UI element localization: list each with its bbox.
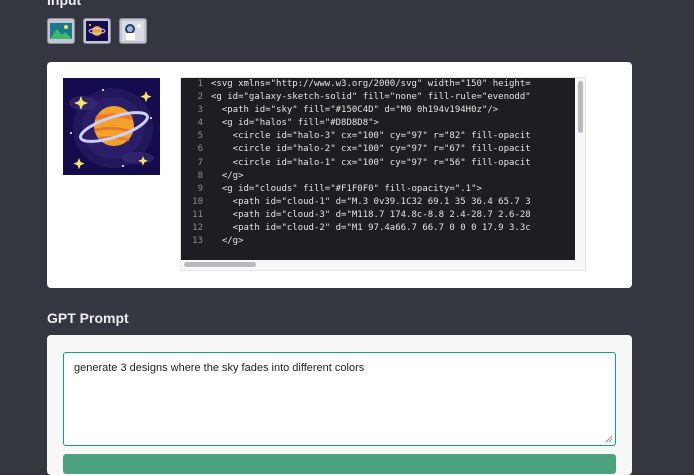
landscape-image-icon (50, 23, 72, 39)
code-text: </g> (211, 170, 244, 181)
vertical-scrollbar[interactable] (578, 81, 583, 133)
line-number: 2 (197, 92, 203, 103)
code-text: <circle id="halo-3" cx="100" cy="97" r="… (211, 131, 531, 142)
line-number: 8 (197, 170, 203, 181)
svg-code-viewer[interactable]: 1 <svg xmlns="http://www.w3.org/2000/svg"… (180, 77, 586, 271)
code-text: <circle id="halo-2" cx="100" cy="97" r="… (211, 144, 531, 155)
line-number: 13 (192, 236, 203, 247)
thumbnail-landscape[interactable] (47, 18, 75, 44)
horizontal-scrollbar[interactable] (184, 262, 256, 267)
code-text: <g id="halos" fill="#D8D8D8"> (211, 118, 379, 129)
code-line: 11 <path id="cloud-3" d="M118.7 174.8c-8… (181, 209, 575, 222)
input-card: 1 <svg xmlns="http://www.w3.org/2000/svg"… (47, 62, 632, 288)
line-number: 5 (197, 131, 203, 142)
thumbnail-galaxy[interactable] (83, 18, 111, 44)
line-number: 12 (192, 223, 203, 234)
input-section-title: Input (47, 0, 82, 8)
submit-button[interactable] (63, 454, 616, 474)
galaxy-image-icon (86, 21, 108, 41)
code-line: 7 <circle id="halo-1" cx="100" cy="97" r… (181, 157, 575, 170)
code-line: 1 <svg xmlns="http://www.w3.org/2000/svg"… (181, 78, 575, 91)
code-line: 6 <circle id="halo-2" cx="100" cy="97" r… (181, 143, 575, 156)
code-line: 10 <path id="cloud-1" d="M.3 0v39.1C32 6… (181, 196, 575, 209)
prompt-input[interactable]: generate 3 designs where the sky fades i… (63, 352, 616, 446)
code-text: </g> (211, 236, 244, 247)
line-number: 11 (192, 209, 203, 220)
gpt-prompt-title: GPT Prompt (47, 310, 129, 326)
code-text: <path id="cloud-2" d="M1 97.4a66.7 66.7 … (211, 223, 531, 234)
code-text: <path id="cloud-1" d="M.3 0v39.1C32 69.1… (211, 196, 531, 207)
thumbnail-row (47, 18, 147, 44)
line-number: 4 (197, 118, 203, 129)
galaxy-planet-illustration (63, 78, 160, 175)
line-number: 3 (197, 105, 203, 116)
resize-handle-icon[interactable] (605, 435, 613, 443)
code-line: 9 <g id="clouds" fill="#F1F0F0" fill-opa… (181, 183, 575, 196)
line-number: 9 (197, 183, 203, 194)
thumbnail-astronaut[interactable] (119, 18, 147, 44)
line-number: 6 (197, 144, 203, 155)
code-area[interactable]: 1 <svg xmlns="http://www.w3.org/2000/svg"… (181, 78, 575, 260)
code-line: 3 <path id="sky" fill="#150C4D" d="M0 0h… (181, 104, 575, 117)
code-line: 8 </g> (181, 170, 575, 183)
code-text: <path id="sky" fill="#150C4D" d="M0 0h19… (211, 105, 499, 116)
code-text: <path id="cloud-3" d="M118.7 174.8c-8.8 … (211, 209, 531, 220)
code-line: 5 <circle id="halo-3" cx="100" cy="97" r… (181, 130, 575, 143)
astronaut-image-icon (122, 21, 144, 41)
code-text: <g id="galaxy-sketch-solid" fill="none" … (211, 92, 531, 103)
code-line: 13 </g> (181, 235, 575, 248)
line-number: 7 (197, 157, 203, 168)
line-number: 1 (197, 79, 203, 89)
code-text: <svg xmlns="http://www.w3.org/2000/svg" … (211, 79, 531, 89)
code-line: 2 <g id="galaxy-sketch-solid" fill="none"… (181, 91, 575, 104)
code-line: 12 <path id="cloud-2" d="M1 97.4a66.7 66… (181, 222, 575, 235)
code-text: <g id="clouds" fill="#F1F0F0" fill-opaci… (211, 183, 482, 194)
code-text: <circle id="halo-1" cx="100" cy="97" r="… (211, 157, 531, 168)
prompt-text: generate 3 designs where the sky fades i… (74, 362, 365, 374)
prompt-card: generate 3 designs where the sky fades i… (47, 335, 632, 475)
code-line: 4 <g id="halos" fill="#D8D8D8"> (181, 117, 575, 130)
line-number: 10 (192, 196, 203, 207)
